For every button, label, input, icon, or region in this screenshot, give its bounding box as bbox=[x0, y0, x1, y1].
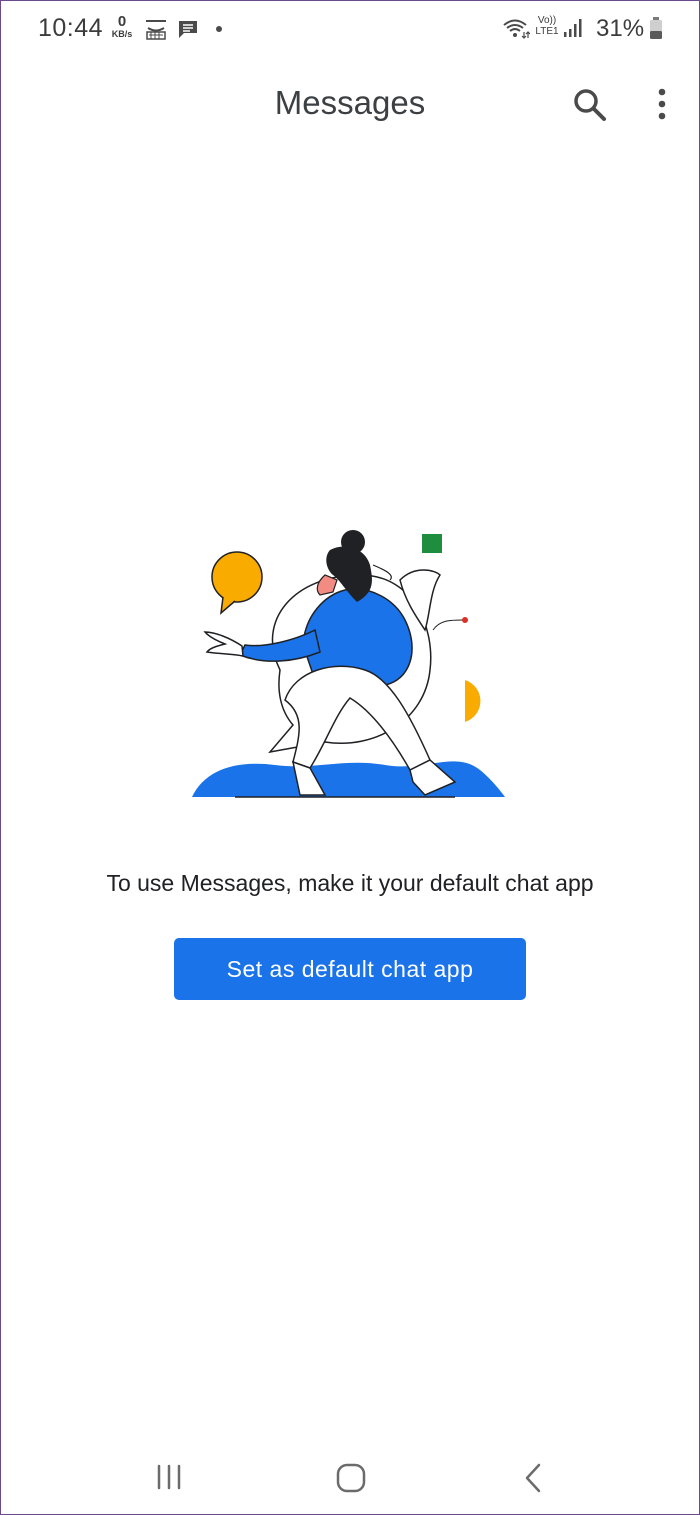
home-icon[interactable] bbox=[333, 1460, 369, 1496]
recents-icon[interactable] bbox=[152, 1462, 186, 1492]
wifi-icon bbox=[503, 19, 530, 39]
battery-percent: 31% bbox=[596, 15, 645, 42]
default-app-prompt: To use Messages, make it your default ch… bbox=[106, 870, 594, 896]
signal-icon bbox=[564, 19, 582, 37]
navigation-bar bbox=[0, 1440, 700, 1515]
illustration bbox=[192, 530, 505, 798]
battery-icon bbox=[650, 17, 662, 39]
volte-label: Vo)) LTE1 bbox=[532, 15, 562, 37]
network-speed-value: 0 bbox=[117, 13, 127, 30]
status-bar: 10:44 0 KB/s Vo)) LTE1 31% bbox=[0, 0, 700, 60]
back-icon[interactable] bbox=[518, 1460, 548, 1496]
volte-label-top: Vo)) bbox=[537, 15, 557, 26]
network-speed: 0 KB/s bbox=[108, 14, 136, 39]
search-icon[interactable] bbox=[569, 84, 609, 124]
status-time: 10:44 bbox=[38, 14, 104, 42]
amazon-icon bbox=[146, 20, 166, 40]
set-default-chat-app-button[interactable]: Set as default chat app bbox=[174, 938, 526, 1000]
set-default-chat-app-button-label: Set as default chat app bbox=[226, 955, 474, 982]
more-vert-icon[interactable] bbox=[648, 84, 676, 124]
message-notification-icon bbox=[179, 21, 197, 38]
volte-label-bottom: LTE1 bbox=[535, 26, 559, 37]
dot-icon bbox=[216, 26, 222, 32]
network-speed-unit: KB/s bbox=[111, 29, 133, 39]
